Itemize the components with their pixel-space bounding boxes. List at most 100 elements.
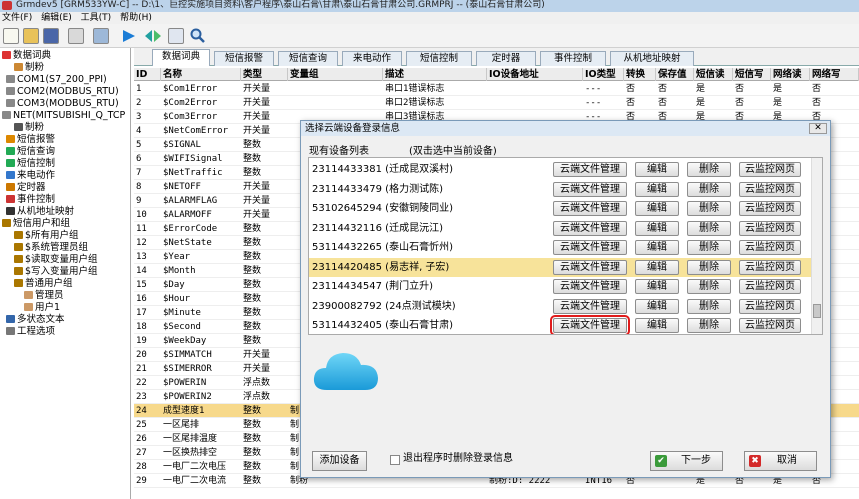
col-header-group[interactable]: 变量组 [288,68,383,81]
col-header-desc[interactable]: 描述 [383,68,487,81]
edit-button[interactable]: 编辑 [635,162,679,177]
cloud-file-manage-button[interactable]: 云端文件管理 [553,240,627,255]
delete-button[interactable]: 删除 [687,240,731,255]
tab-slave-mapping[interactable]: 从机地址映射 [610,51,694,66]
col-header-net-write[interactable]: 网络写 [810,68,859,81]
scrollbar-thumb[interactable] [813,304,821,318]
table-row[interactable]: 1 $Com1Error 开关量 串口1错误标志 --- 否 否 是 否 是 否 [134,82,859,96]
tree-item-net-zhifen[interactable]: 制粉 [14,122,44,133]
tree-item-admin-group[interactable]: $系统管理员组 [14,242,88,253]
tree-item-project-options[interactable]: 工程选项 [6,326,55,337]
device-row[interactable]: 23114433381 (迁成昆双溪村) 云端文件管理 编辑 删除 云监控网页 [309,160,812,179]
tab-sms-query[interactable]: 短信查询 [278,51,338,66]
delete-button[interactable]: 删除 [687,181,731,197]
new-icon[interactable] [3,28,19,44]
tree-item-event-control[interactable]: 事件控制 [6,194,55,205]
tree-item-sms-control[interactable]: 短信控制 [6,158,55,169]
cloud-file-manage-button[interactable]: 云端文件管理 [553,201,627,216]
col-header-io-address[interactable]: IO设备地址 [487,68,583,81]
tree-item-timer[interactable]: 定时器 [6,182,46,193]
tree-item-sms-users[interactable]: 短信用户和组 [2,218,70,229]
edit-button[interactable]: 编辑 [635,240,679,255]
cloud-file-manage-button[interactable]: 云端文件管理 [553,162,627,177]
search-icon[interactable] [190,28,206,44]
tab-event-control[interactable]: 事件控制 [540,51,606,66]
edit-button[interactable]: 编辑 [635,181,679,197]
tab-incoming-call[interactable]: 来电动作 [342,51,402,66]
col-header-net-read[interactable]: 网络读 [771,68,810,81]
close-icon[interactable]: ✕ [809,123,827,134]
col-header-sms-read[interactable]: 短信读 [694,68,733,81]
tree-item-write-group[interactable]: $写入变量用户组 [14,266,98,277]
cloud-monitor-web-button[interactable]: 云监控网页 [739,162,801,177]
tree-item-sms-alarm[interactable]: 短信报警 [6,134,55,145]
device-row[interactable]: 23114420485 (易志祥, 子宏) 云端文件管理 编辑 删除 云监控网页 [309,257,812,277]
tree-item-read-group[interactable]: $读取变量用户组 [14,254,98,265]
save-icon[interactable] [43,28,59,44]
cloud-file-manage-button[interactable]: 云端文件管理 [550,315,630,334]
device-row[interactable]: 23900082792 (24点测试模块) 云端文件管理 编辑 删除 云监控网页 [309,297,812,316]
next-button[interactable]: ✔ 下一步 [650,451,723,471]
col-header-type[interactable]: 类型 [241,68,288,81]
device-row[interactable]: 23114432116 (迁成昆沅江) 云端文件管理 编辑 删除 云监控网页 [309,219,812,238]
device-row[interactable]: 53102645294 (安徽铜陵同业) 云端文件管理 编辑 删除 云监控网页 [309,199,812,218]
tree-item-zhifen[interactable]: 制粉 [14,62,44,73]
cancel-button[interactable]: ✖ 取消 [744,451,817,471]
cloud-file-manage-button[interactable]: 云端文件管理 [553,259,627,275]
open-folder-icon[interactable] [23,28,39,44]
cloud-file-manage-button[interactable]: 云端文件管理 [553,279,627,294]
tab-timer[interactable]: 定时器 [476,51,536,66]
delete-on-exit-checkbox[interactable] [390,455,400,465]
tree-item-all-users[interactable]: $所有用户组 [14,230,79,241]
cloud-monitor-web-button[interactable]: 云监控网页 [739,279,801,294]
cloud-monitor-web-button[interactable]: 云监控网页 [739,298,801,314]
tree-item-sms-query[interactable]: 短信查询 [6,146,55,157]
menu-file[interactable]: 文件(F) [2,13,32,23]
col-header-io-type[interactable]: IO类型 [583,68,624,81]
cloud-file-manage-button[interactable]: 云端文件管理 [553,298,627,314]
tree-item-com1[interactable]: COM1(S7_200_PPI) [6,74,107,85]
col-header-name[interactable]: 名称 [161,68,241,81]
edit-button[interactable]: 编辑 [635,259,679,275]
col-header-sms-write[interactable]: 短信写 [733,68,771,81]
monitor-icon[interactable] [168,28,184,44]
menu-tools[interactable]: 工具(T) [81,13,112,23]
edit-button[interactable]: 编辑 [635,201,679,216]
edit-button[interactable]: 编辑 [635,220,679,236]
add-device-button[interactable]: 添加设备 [312,451,367,471]
download-arrow-icon[interactable] [121,28,137,44]
delete-button[interactable]: 删除 [687,279,731,294]
menu-help[interactable]: 帮助(H) [120,13,152,23]
cloud-monitor-web-button[interactable]: 云监控网页 [739,240,801,255]
col-header-id[interactable]: ID [134,68,161,81]
device-row[interactable]: 53114432265 (泰山石膏忻州) 云端文件管理 编辑 删除 云监控网页 [309,238,812,257]
tree-item-administrator[interactable]: 管理员 [24,290,64,301]
delete-button[interactable]: 删除 [687,259,731,275]
device-row[interactable]: 23114434547 (荆门立升) 云端文件管理 编辑 删除 云监控网页 [309,277,812,296]
tree-item-incoming-call[interactable]: 来电动作 [6,170,55,181]
tab-data-dictionary[interactable]: 数据词典 [152,49,210,66]
table-row[interactable]: 2 $Com2Error 开关量 串口2错误标志 --- 否 否 是 否 是 否 [134,96,859,110]
tree-item-user1[interactable]: 用户1 [24,302,60,313]
col-header-convert[interactable]: 转换 [624,68,656,81]
device-row[interactable]: 23114433479 (格力测试陈) 云端文件管理 编辑 删除 云监控网页 [309,180,812,199]
tools-icon[interactable] [68,28,84,44]
edit-button[interactable]: 编辑 [635,298,679,314]
edit-button[interactable]: 编辑 [635,318,679,333]
tree-item-normal-group[interactable]: 普通用户组 [14,278,73,289]
device-list[interactable]: 23114433381 (迁成昆双溪村) 云端文件管理 编辑 删除 云监控网页 23114… [308,157,823,335]
device-list-scrollbar[interactable] [811,158,822,334]
delete-button[interactable]: 删除 [687,298,731,314]
tree-item-slave-mapping[interactable]: 从机地址映射 [6,206,74,217]
delete-button[interactable]: 删除 [687,318,731,333]
cloud-transfer-icon[interactable] [144,28,161,44]
delete-button[interactable]: 删除 [687,162,731,177]
delete-button[interactable]: 删除 [687,201,731,216]
col-header-save-value[interactable]: 保存值 [656,68,694,81]
tab-sms-alarm[interactable]: 短信报警 [214,51,274,66]
grid-icon[interactable] [93,28,109,44]
delete-button[interactable]: 删除 [687,220,731,236]
tree-item-data-dictionary[interactable]: 数据词典 [2,50,51,61]
menu-edit[interactable]: 编辑(E) [41,13,72,23]
cloud-file-manage-button[interactable]: 云端文件管理 [553,181,627,197]
